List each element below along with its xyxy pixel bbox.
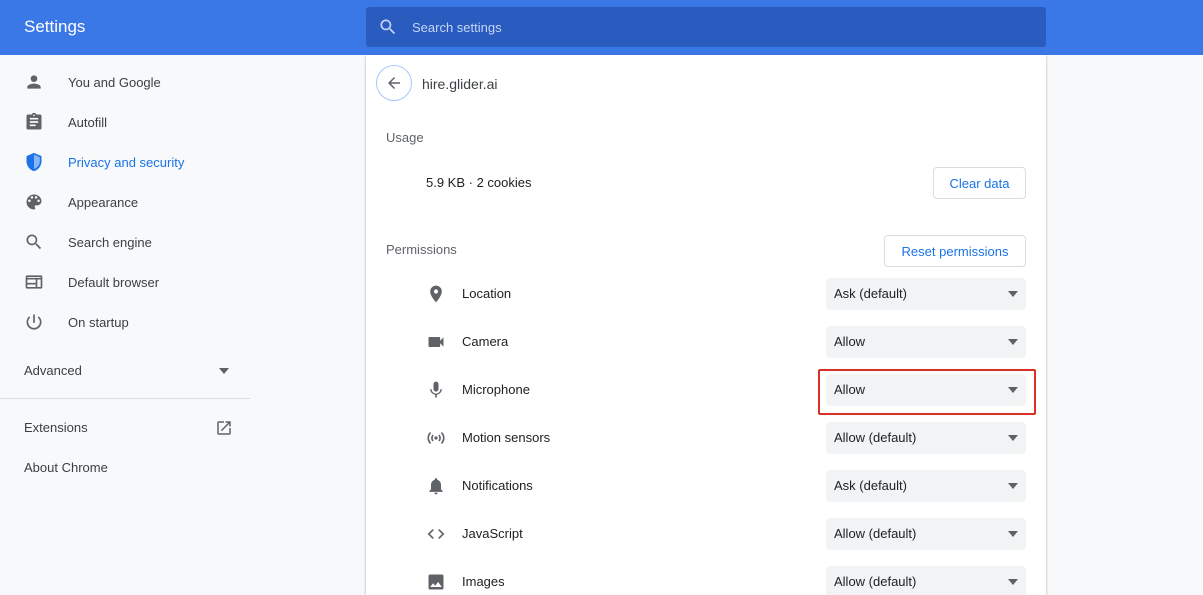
select-value: Ask (default) — [834, 286, 907, 301]
camera-select[interactable]: Allow — [826, 326, 1026, 358]
code-icon — [426, 524, 446, 544]
permission-row-notifications: Notifications Ask (default) — [366, 462, 1046, 510]
sidebar-item-extensions[interactable]: Extensions — [24, 420, 88, 435]
caret-down-icon[interactable] — [219, 368, 229, 374]
top-bar: Settings — [0, 0, 1203, 55]
sidebar-item-privacy-and-security[interactable]: Privacy and security — [0, 142, 250, 182]
usage-summary: 5.9 KB · 2 cookies — [426, 175, 532, 190]
caret-down-icon — [1008, 339, 1018, 345]
permissions-heading: Permissions — [386, 242, 457, 257]
permission-label: Images — [462, 574, 505, 589]
select-value: Allow (default) — [834, 526, 917, 541]
sidebar-item-you-and-google[interactable]: You and Google — [0, 62, 250, 102]
permission-row-images: Images Allow (default) — [366, 558, 1046, 595]
permission-row-motion-sensors: Motion sensors Allow (default) — [366, 414, 1046, 462]
clipboard-icon — [24, 112, 44, 132]
arrow-back-icon — [388, 77, 400, 89]
site-name: hire.glider.ai — [422, 76, 498, 92]
select-value: Allow — [834, 334, 866, 349]
permission-label: Motion sensors — [462, 430, 551, 445]
sidebar-item-label: On startup — [68, 314, 129, 330]
usage-heading: Usage — [386, 130, 424, 145]
permission-row-location: Location Ask (default) — [366, 270, 1046, 318]
sidebar-item-label: Privacy and security — [68, 154, 185, 170]
camera-icon — [426, 332, 446, 352]
sensors-icon — [426, 428, 446, 448]
sidebar-item-appearance[interactable]: Appearance — [0, 182, 250, 222]
sidebar-item-label: Search engine — [68, 234, 152, 250]
caret-down-icon — [1008, 291, 1018, 297]
browser-window-icon — [24, 272, 44, 292]
sidebar-item-on-startup[interactable]: On startup — [0, 302, 250, 342]
reset-permissions-button[interactable]: Reset permissions — [884, 235, 1026, 267]
permission-row-javascript: JavaScript Allow (default) — [366, 510, 1046, 558]
sidebar-item-advanced[interactable]: Advanced — [24, 363, 82, 378]
sidebar-item-autofill[interactable]: Autofill — [0, 102, 250, 142]
image-icon — [426, 572, 446, 592]
sidebar-item-label: Appearance — [68, 194, 139, 210]
back-button[interactable] — [376, 65, 412, 101]
open-in-new-icon[interactable] — [215, 419, 233, 437]
permission-row-camera: Camera Allow — [366, 318, 1046, 366]
caret-down-icon — [1008, 579, 1018, 585]
select-value: Ask (default) — [834, 478, 907, 493]
palette-icon — [24, 192, 44, 212]
search-icon — [24, 232, 44, 252]
sidebar-item-about-chrome[interactable]: About Chrome — [24, 460, 108, 475]
sidebar-divider — [0, 398, 250, 399]
permission-label: JavaScript — [462, 526, 523, 541]
search-icon — [380, 19, 396, 35]
caret-down-icon — [1008, 435, 1018, 441]
shield-icon — [24, 152, 44, 172]
sidebar-item-label: Autofill — [68, 114, 108, 130]
sidebar-item-label: Default browser — [68, 274, 160, 290]
sidebar-item-label: You and Google — [68, 74, 161, 90]
permission-label: Location — [462, 286, 512, 301]
caret-down-icon — [1008, 531, 1018, 537]
site-settings-card: hire.glider.ai Usage 5.9 KB · 2 cookies … — [366, 55, 1046, 595]
clear-data-button[interactable]: Clear data — [933, 167, 1026, 199]
microphone-highlight-box — [818, 369, 1036, 415]
search-input[interactable] — [412, 7, 1032, 47]
power-icon — [24, 312, 44, 332]
sidebar-item-default-browser[interactable]: Default browser — [0, 262, 250, 302]
bell-icon — [426, 476, 446, 496]
motion-sensors-select[interactable]: Allow (default) — [826, 422, 1026, 454]
select-value: Allow (default) — [834, 574, 917, 589]
notifications-select[interactable]: Ask (default) — [826, 470, 1026, 502]
app-title: Settings — [24, 17, 86, 36]
javascript-select[interactable]: Allow (default) — [826, 518, 1026, 550]
microphone-icon — [426, 380, 446, 400]
location-pin-icon — [426, 284, 446, 304]
permission-label: Camera — [462, 334, 509, 349]
images-select[interactable]: Allow (default) — [826, 566, 1026, 595]
sidebar: You and Google Autofill Privacy and secu… — [0, 55, 250, 595]
person-icon — [24, 72, 44, 92]
permission-label: Notifications — [462, 478, 533, 493]
permission-label: Microphone — [462, 382, 530, 397]
select-value: Allow (default) — [834, 430, 917, 445]
location-select[interactable]: Ask (default) — [826, 278, 1026, 310]
caret-down-icon — [1008, 483, 1018, 489]
sidebar-item-search-engine[interactable]: Search engine — [0, 222, 250, 262]
search-box[interactable] — [366, 7, 1046, 47]
